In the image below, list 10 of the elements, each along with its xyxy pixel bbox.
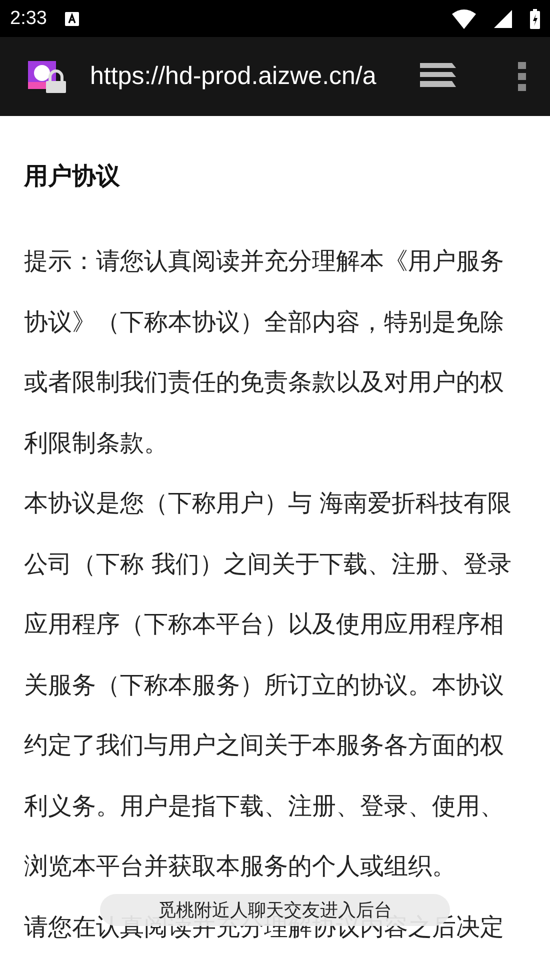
battery-icon (530, 8, 540, 28)
wifi-icon (452, 8, 476, 28)
keyboard-icon (64, 12, 79, 26)
status-time: 2:33 (10, 8, 47, 30)
agreement-paragraph: 本协议是您（下称用户）与 海南爱折科技有限公司（下称 我们）之间关于下载、注册、登录应用程序（下称本平台）以及使用应用程序相关服务（下称本服务）所订立的协议。本协议约定了我们与用户之间关于本服务各方面的权利义务。用户是指下载、注册、登录、使用、浏览本平台并获取本服务的个人或组织。 (24, 489, 512, 880)
agreement-paragraph: 提示：请您认真阅读并充分理解本《用户服务协议》（下称本协议）全部内容，特别是免除或者限制我们责任的免责条款以及对用户的权利限制条款。 (24, 247, 504, 456)
signal-icon (494, 10, 512, 28)
page-title: 用户协议 (24, 161, 121, 192)
site-lock-icon (28, 60, 68, 92)
more-menu-icon[interactable] (518, 62, 526, 92)
